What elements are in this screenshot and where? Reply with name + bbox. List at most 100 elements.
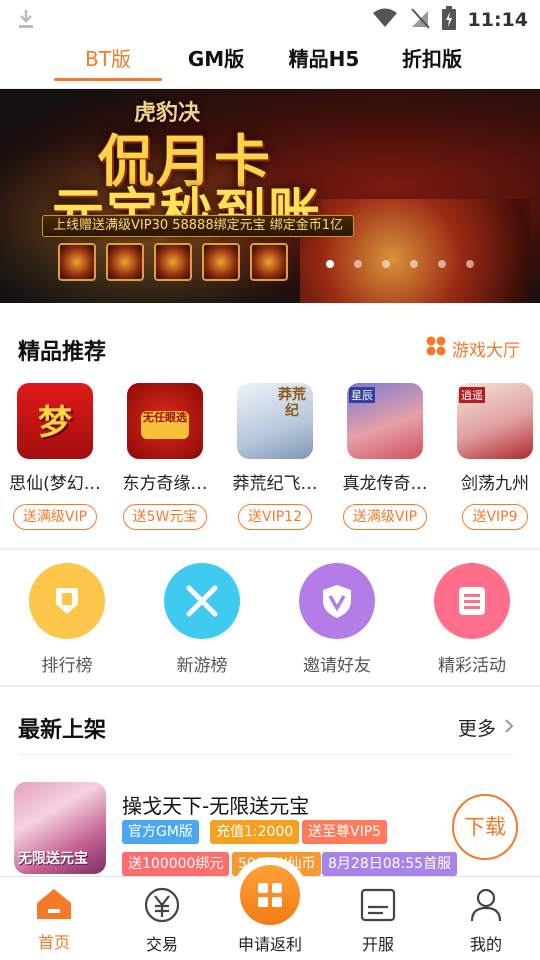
- game-tag: 充值1:2000: [210, 820, 300, 844]
- game-name: 莽荒纪飞…: [232, 474, 318, 494]
- featured-title: 精品推荐: [18, 340, 107, 365]
- game-card[interactable]: 逍遥 剑荡九州 送VIP9: [440, 383, 540, 530]
- game-icon: 星辰: [347, 383, 423, 459]
- featured-games: 梦 思仙(梦幻… 送满级VIP 无任眼选 东方奇缘… 送5W元宝 莽荒纪 莽荒纪…: [0, 383, 540, 533]
- nav-profile-label: 我的: [469, 935, 502, 954]
- promo-banner[interactable]: 虎豹决 侃月卡 元宝秒到账 上线赠送满级VIP30 58888绑定元宝 绑定金币…: [0, 89, 540, 303]
- tab-gm[interactable]: GM版: [162, 40, 270, 82]
- server-icon: [328, 887, 428, 927]
- shield-icon: [299, 563, 375, 639]
- pagination-dot[interactable]: [354, 260, 362, 268]
- grid-icon: [426, 336, 446, 361]
- home-icon: [4, 887, 104, 925]
- game-tag: 送满级VIP: [342, 504, 428, 530]
- item-icon: [250, 243, 288, 281]
- tab-discount[interactable]: 折扣版: [378, 40, 486, 82]
- game-hall-link[interactable]: 游戏大厅: [426, 336, 520, 361]
- section-divider: [0, 548, 540, 550]
- bottom-navigation: 首页 交易 申请返利 开服 我的: [0, 857, 540, 960]
- game-icon: 无任眼选: [127, 383, 203, 459]
- ranking-label: 排行榜: [41, 656, 93, 676]
- game-icon-text: 无限送元宝: [18, 851, 88, 867]
- game-tag: 送至尊VIP5: [302, 820, 388, 844]
- game-icon-text: 逍遥: [459, 387, 485, 403]
- game-name: 真龙传奇…: [342, 474, 428, 494]
- wifi-icon: [372, 8, 398, 32]
- nav-rebate-label: 申请返利: [237, 935, 302, 954]
- tab-h5[interactable]: 精品H5: [270, 40, 378, 82]
- game-name: 思仙(梦幻…: [9, 474, 101, 494]
- game-icon: 莽荒纪: [237, 383, 313, 459]
- game-tag: 送100000绑元: [122, 852, 230, 876]
- game-card[interactable]: 星辰 真龙传奇… 送满级VIP: [330, 383, 440, 530]
- game-tag: 8月28日08:55首服: [322, 852, 458, 876]
- status-bar: 11:14: [0, 0, 540, 36]
- events-entry[interactable]: 精彩活动: [422, 563, 522, 676]
- banner-pagination: [326, 260, 474, 268]
- banner-item-icons: [58, 243, 288, 281]
- game-card[interactable]: 无任眼选 东方奇缘… 送5W元宝: [110, 383, 220, 530]
- tab-underline: [54, 78, 162, 81]
- grid-icon: [240, 865, 300, 925]
- item-icon: [202, 243, 240, 281]
- nav-home-label: 首页: [37, 933, 70, 952]
- game-name: 东方奇缘…: [122, 474, 208, 494]
- rebate-button[interactable]: [232, 857, 308, 933]
- new-games-title: 最新上架: [18, 718, 107, 743]
- download-icon: [16, 8, 36, 34]
- nav-profile[interactable]: 我的: [436, 887, 536, 955]
- document-icon: [434, 563, 510, 639]
- section-divider: [0, 685, 540, 687]
- pagination-dot[interactable]: [382, 260, 390, 268]
- events-label: 精彩活动: [438, 656, 506, 676]
- item-icon: [106, 243, 144, 281]
- more-label: 更多: [457, 718, 496, 740]
- game-tag: 送满级VIP: [12, 504, 98, 530]
- game-tag: 送VIP9: [462, 504, 528, 530]
- game-icon-text: 莽荒纪: [278, 387, 306, 419]
- status-time: 11:14: [467, 9, 528, 31]
- invite-friends-entry[interactable]: 邀请好友: [287, 563, 387, 676]
- game-icon: 无限送元宝: [14, 782, 106, 874]
- new-games-entry[interactable]: 新游榜: [152, 563, 252, 676]
- game-tag: 官方GM版: [122, 820, 199, 844]
- game-icon-text: 梦: [38, 403, 72, 443]
- game-title: 操戈天下-无限送元宝: [122, 794, 310, 818]
- game-icon: 逍遥: [457, 383, 533, 459]
- trophy-icon: [29, 563, 105, 639]
- pagination-dot[interactable]: [466, 260, 474, 268]
- yuan-icon: [112, 887, 212, 927]
- game-tag: 送VIP12: [238, 504, 312, 530]
- pagination-dot[interactable]: [326, 260, 334, 268]
- nav-home[interactable]: 首页: [4, 887, 104, 953]
- game-card[interactable]: 莽荒纪 莽荒纪飞… 送VIP12: [220, 383, 330, 530]
- item-icon: [154, 243, 192, 281]
- chevron-right-icon: [504, 717, 514, 739]
- game-card[interactable]: 梦 思仙(梦幻… 送满级VIP: [0, 383, 110, 530]
- item-icon: [58, 243, 96, 281]
- more-link[interactable]: 更多: [458, 714, 514, 741]
- download-button[interactable]: 下载: [452, 794, 518, 860]
- battery-icon: [441, 6, 456, 34]
- banner-strip: 上线赠送满级VIP30 58888绑定元宝 绑定金币1亿: [42, 215, 354, 237]
- ranking-entry[interactable]: 排行榜: [17, 563, 117, 676]
- user-icon: [436, 887, 536, 927]
- nav-trade-label: 交易: [145, 935, 178, 954]
- tab-bt[interactable]: BT版: [54, 40, 162, 82]
- game-icon: 梦: [17, 383, 93, 459]
- category-tabs: BT版 GM版 精品H5 折扣版: [0, 40, 540, 82]
- invite-friends-label: 邀请好友: [303, 656, 371, 676]
- section-divider: [18, 754, 514, 755]
- no-signal-icon: [410, 7, 430, 33]
- nav-trade[interactable]: 交易: [112, 887, 212, 955]
- swords-icon: [164, 563, 240, 639]
- app-root: 11:14 BT版 GM版 精品H5 折扣版 虎豹决 侃月卡 元宝秒到账 上线赠…: [0, 0, 540, 960]
- pagination-dot[interactable]: [410, 260, 418, 268]
- game-icon-text: 无任眼选: [141, 411, 189, 439]
- new-games-label: 新游榜: [176, 656, 228, 676]
- nav-servers-label: 开服: [361, 935, 394, 954]
- game-hall-label: 游戏大厅: [452, 341, 520, 361]
- nav-servers[interactable]: 开服: [328, 887, 428, 955]
- pagination-dot[interactable]: [438, 260, 446, 268]
- game-name: 剑荡九州: [461, 474, 529, 494]
